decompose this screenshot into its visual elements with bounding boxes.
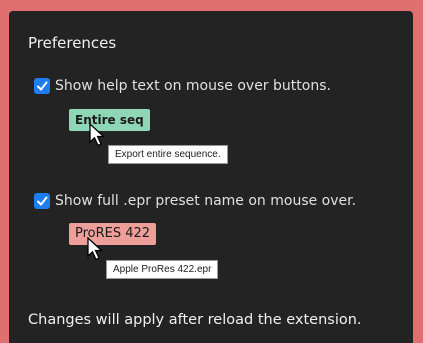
preferences-panel: Preferences Show help text on mouse over… <box>9 11 413 343</box>
option-preset-name: Show full .epr preset name on mouse over… <box>34 193 356 209</box>
checkmark-icon <box>37 81 48 91</box>
help-text-checkbox[interactable] <box>34 78 50 94</box>
entire-seq-demo-button[interactable]: Entire seq <box>69 109 150 131</box>
mouse-pointer-icon <box>87 237 104 261</box>
help-text-tooltip: Export entire sequence. <box>108 145 228 164</box>
preset-name-label[interactable]: Show full .epr preset name on mouse over… <box>55 193 356 209</box>
help-text-label[interactable]: Show help text on mouse over buttons. <box>55 78 331 94</box>
option-help-text: Show help text on mouse over buttons. <box>34 78 331 94</box>
reload-note: Changes will apply after reload the exte… <box>28 312 362 328</box>
checkmark-icon <box>37 196 48 206</box>
preset-name-tooltip: Apple ProRes 422.epr <box>106 260 219 279</box>
panel-title: Preferences <box>28 34 117 52</box>
mouse-pointer-icon <box>89 123 106 147</box>
preset-name-checkbox[interactable] <box>34 193 50 209</box>
prores-demo-button[interactable]: ProRES 422 <box>69 223 157 245</box>
